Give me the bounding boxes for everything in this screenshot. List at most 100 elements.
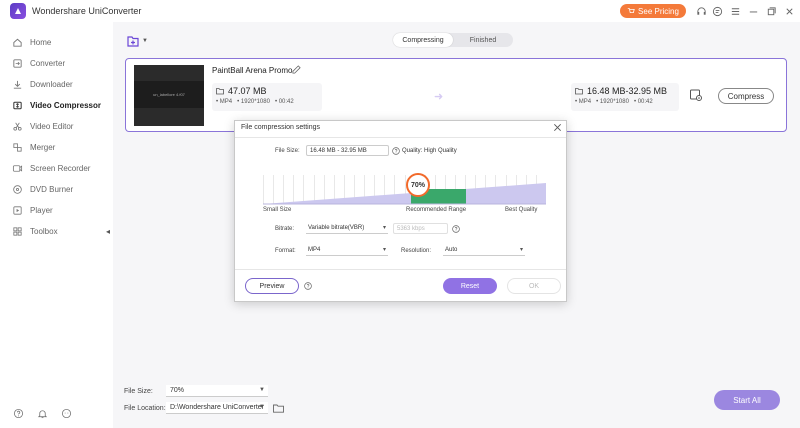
tab-compressing[interactable]: Compressing xyxy=(393,33,453,47)
chevron-down-icon: ▼ xyxy=(259,404,265,410)
file-size-select[interactable]: 70% ▼ xyxy=(166,385,268,397)
mail-icon[interactable] xyxy=(710,4,724,18)
sidebar-item-label: Screen Recorder xyxy=(30,163,91,173)
video-name: PaintBall Arena Promo xyxy=(212,66,293,75)
chevron-down-icon: ▼ xyxy=(259,387,265,393)
menu-icon[interactable] xyxy=(728,4,742,18)
help-icon[interactable] xyxy=(12,407,24,419)
see-pricing-button[interactable]: See Pricing xyxy=(620,4,686,18)
target-duration: • 00:42 xyxy=(633,99,653,105)
chevron-down-icon: ▾ xyxy=(519,247,523,253)
scissors-icon xyxy=(12,121,23,132)
sidebar-item-label: Player xyxy=(30,205,53,215)
quality-text: Quality: High Quality xyxy=(402,148,457,154)
scale-best-label: Best Quality xyxy=(505,207,538,213)
cart-icon xyxy=(627,8,635,13)
compression-slider[interactable] xyxy=(263,173,546,213)
open-folder-icon[interactable] xyxy=(273,403,285,413)
ok-button[interactable]: OK xyxy=(507,278,561,294)
start-all-button[interactable]: Start All xyxy=(714,390,780,410)
compression-settings-icon[interactable] xyxy=(689,88,703,102)
arrow-right-icon: ➜ xyxy=(434,91,444,103)
sidebar-item-label: Converter xyxy=(30,58,66,68)
slider-handle[interactable]: 70% xyxy=(406,173,430,197)
app-logo xyxy=(10,3,26,19)
sidebar-item-label: Merger xyxy=(30,142,56,152)
bitrate-select[interactable]: Variable bitrate(VBR) ▾ xyxy=(306,223,388,234)
sidebar-item-converter[interactable]: Converter xyxy=(0,53,113,73)
sidebar-item-video-editor[interactable]: Video Editor xyxy=(0,116,113,136)
sidebar-item-home[interactable]: Home xyxy=(0,32,113,52)
divider xyxy=(235,269,566,270)
sidebar-item-label: Video Editor xyxy=(30,121,74,131)
file-location-label: File Location: xyxy=(124,405,166,412)
slider-wedge xyxy=(263,183,546,204)
home-icon xyxy=(12,37,23,48)
resolution-value: Auto xyxy=(445,247,458,253)
chevron-down-icon: ▼ xyxy=(142,38,148,44)
sidebar-item-toolbox[interactable]: Toolbox xyxy=(0,221,113,241)
sidebar-item-player[interactable]: Player xyxy=(0,200,113,220)
add-file-button[interactable]: ▼ xyxy=(126,33,150,49)
help-icon[interactable] xyxy=(304,282,313,291)
sidebar-item-video-compressor[interactable]: Video Compressor xyxy=(0,95,113,115)
minimize-icon[interactable] xyxy=(746,4,760,18)
file-location-value: D:\Wondershare UniConverter xyxy=(170,404,265,411)
sidebar-footer xyxy=(12,407,72,419)
target-info: 16.48 MB-32.95 MB • MP4 • 1920*1080 • 00… xyxy=(571,83,679,111)
close-icon[interactable] xyxy=(553,123,563,133)
compress-button[interactable]: Compress xyxy=(718,88,774,104)
sidebar-item-label: Toolbox xyxy=(30,226,58,236)
add-file-icon xyxy=(127,36,139,47)
bitrate-label: Bitrate: xyxy=(275,226,295,232)
resolution-label: Resolution: xyxy=(401,248,432,254)
feedback-icon[interactable] xyxy=(60,407,72,419)
sidebar-item-label: Downloader xyxy=(30,79,73,89)
headset-icon[interactable] xyxy=(694,4,708,18)
format-label: Format: xyxy=(275,248,296,254)
close-icon[interactable] xyxy=(782,4,796,18)
compression-settings-dialog: File compression settings File Size: 16.… xyxy=(234,120,567,302)
maximize-icon[interactable] xyxy=(764,4,778,18)
reset-button[interactable]: Reset xyxy=(443,278,497,294)
sidebar-item-merger[interactable]: Merger xyxy=(0,137,113,157)
source-duration: • 00:42 xyxy=(274,99,294,105)
divider xyxy=(235,137,566,138)
chevron-down-icon: ▾ xyxy=(382,225,386,231)
source-info: 47.07 MB • MP4 • 1920*1080 • 00:42 xyxy=(212,83,322,111)
source-format: • MP4 xyxy=(216,99,233,105)
help-icon[interactable] xyxy=(392,147,400,155)
sidebar-item-dvd-burner[interactable]: DVD Burner xyxy=(0,179,113,199)
converter-icon xyxy=(12,58,23,69)
file-location-select[interactable]: D:\Wondershare UniConverter ▼ xyxy=(166,402,268,414)
help-icon[interactable] xyxy=(452,225,460,233)
folder-icon xyxy=(216,88,224,95)
thumbnail-text: un_labellore 4.f07 xyxy=(134,81,204,108)
download-icon xyxy=(12,79,23,90)
resolution-select[interactable]: Auto ▾ xyxy=(443,245,525,256)
file-size-value: 70% xyxy=(170,387,185,394)
chevron-down-icon: ▾ xyxy=(382,247,386,253)
bitrate-input[interactable]: 5363 kbps xyxy=(393,223,448,234)
video-thumbnail[interactable]: un_labellore 4.f07 xyxy=(134,65,204,126)
target-format: • MP4 xyxy=(575,99,592,105)
file-size-range-field[interactable]: 16.48 MB - 32.95 MB xyxy=(306,145,389,156)
merge-icon xyxy=(12,142,23,153)
compress-icon xyxy=(12,100,23,111)
format-select[interactable]: MP4 ▾ xyxy=(306,245,388,256)
tab-finished[interactable]: Finished xyxy=(453,33,513,47)
bitrate-value: Variable bitrate(VBR) xyxy=(308,225,365,231)
sidebar-item-downloader[interactable]: Downloader xyxy=(0,74,113,94)
sidebar-item-label: Home xyxy=(30,37,52,47)
bell-icon[interactable] xyxy=(36,407,48,419)
target-size: 16.48 MB-32.95 MB xyxy=(587,86,668,96)
grid-icon xyxy=(12,226,23,237)
preview-button[interactable]: Preview xyxy=(245,278,299,294)
source-resolution: • 1920*1080 xyxy=(237,99,270,105)
sidebar-item-screen-recorder[interactable]: Screen Recorder xyxy=(0,158,113,178)
edit-icon[interactable] xyxy=(292,65,302,75)
play-icon xyxy=(12,205,23,216)
disc-icon xyxy=(12,184,23,195)
app-title: Wondershare UniConverter xyxy=(32,6,142,16)
scale-recommended-label: Recommended Range xyxy=(406,207,467,213)
